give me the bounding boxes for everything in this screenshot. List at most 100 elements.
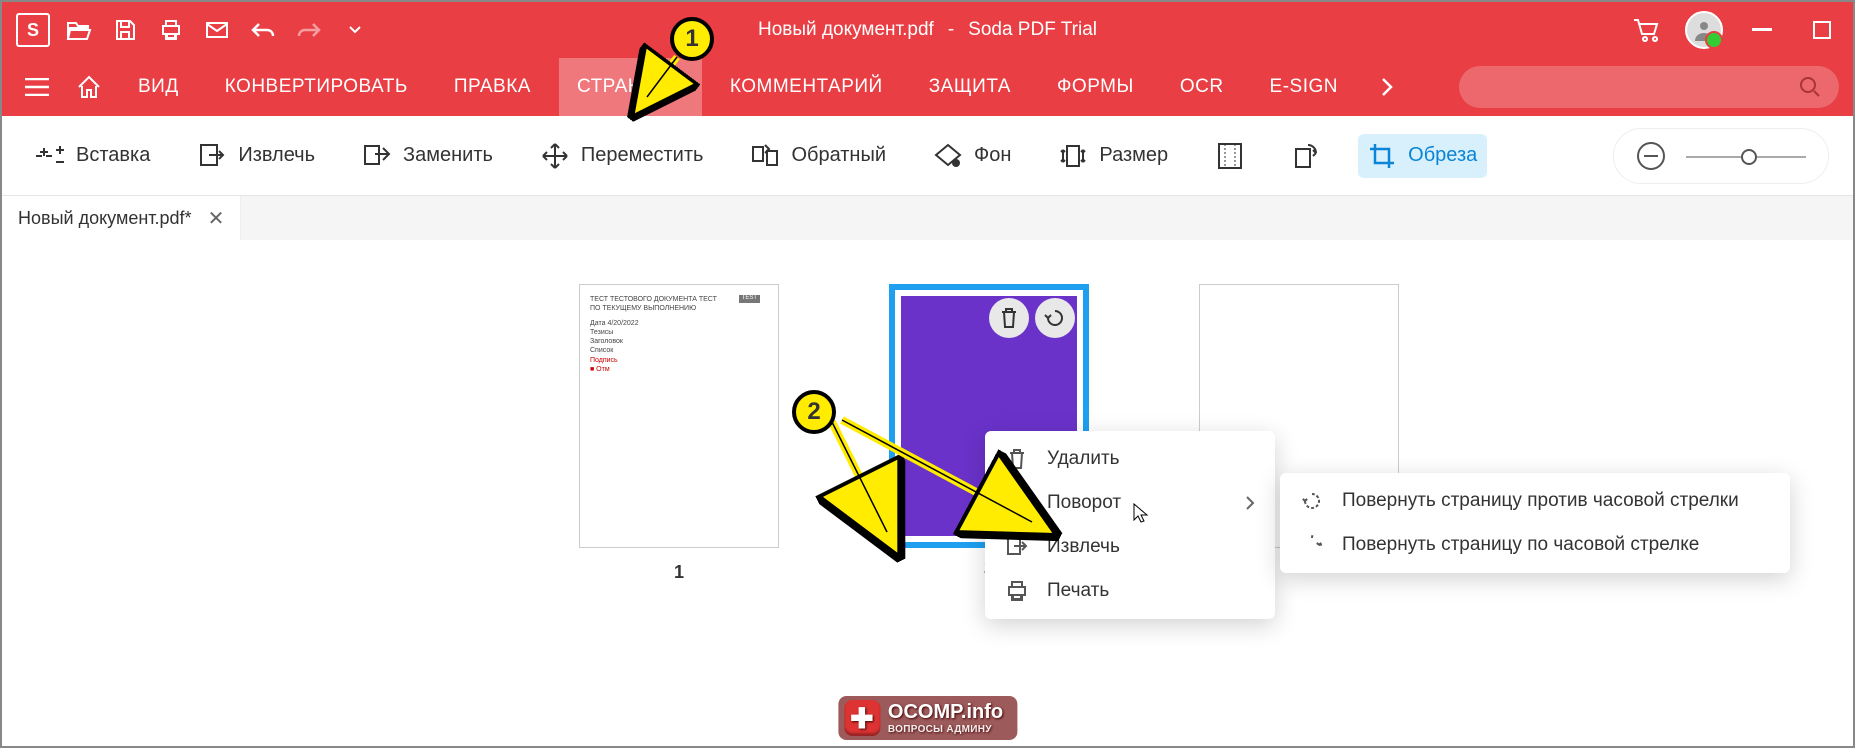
minimize-icon (1752, 28, 1772, 32)
rotate-page-icon (1292, 142, 1320, 170)
app-logo-button[interactable]: S (12, 9, 54, 51)
menu-comment[interactable]: КОММЕНТАРИЙ (712, 58, 901, 116)
menu-convert[interactable]: КОНВЕРТИРОВАТЬ (207, 58, 426, 116)
tool-move[interactable]: Переместить (531, 134, 714, 178)
submenu-arrow-icon (1245, 495, 1255, 511)
hamburger-icon (25, 78, 49, 96)
zoom-out-icon (1636, 141, 1666, 171)
user-icon (1693, 19, 1715, 41)
cursor-icon (1132, 502, 1150, 524)
maximize-icon (1813, 21, 1831, 39)
search-box[interactable] (1459, 66, 1839, 108)
mail-button[interactable] (196, 9, 238, 51)
watermark: ✚ OCOMP.info ВОПРОСЫ АДМИНУ (838, 696, 1017, 740)
ctx-rotate[interactable]: Поворот (985, 481, 1275, 525)
tool-crop-label: Обреза (1408, 144, 1477, 167)
thumb-delete-button[interactable] (989, 298, 1029, 338)
save-button[interactable] (104, 9, 146, 51)
menu-forms[interactable]: ФОРМЫ (1039, 58, 1152, 116)
folder-open-icon (66, 19, 92, 41)
reverse-icon (751, 142, 779, 170)
open-button[interactable] (58, 9, 100, 51)
tool-rotate-page[interactable] (1282, 134, 1330, 178)
more-dropdown[interactable] (334, 9, 376, 51)
menu-edit[interactable]: ПРАВКА (436, 58, 549, 116)
ctx-rotate-ccw[interactable]: Повернуть страницу против часовой стрелк… (1280, 479, 1790, 523)
zoom-out-button[interactable] (1636, 141, 1666, 171)
size-icon (1059, 142, 1087, 170)
page-number-1: 1 (674, 562, 684, 583)
page-1-content-preview: ТЕСТ ТЕСТОВОГО ДОКУМЕНТА ТЕСТ TEST ПО ТЕ… (590, 295, 760, 374)
ctx-delete-label: Удалить (1047, 448, 1120, 470)
annotation-badge-1-abs: 1 (670, 17, 714, 61)
menu-view[interactable]: ВИД (120, 58, 197, 116)
tool-size[interactable]: Размер (1049, 134, 1178, 178)
chevron-down-icon (348, 25, 362, 35)
app-name: Soda PDF Trial (968, 19, 1097, 41)
home-button[interactable] (68, 66, 110, 108)
tool-margins[interactable] (1206, 134, 1254, 178)
minimize-button[interactable] (1741, 9, 1783, 51)
ctx-print-label: Печать (1047, 580, 1109, 602)
mail-icon (205, 20, 229, 40)
move-icon (541, 142, 569, 170)
tool-reverse-label: Обратный (791, 144, 886, 167)
ctx-delete[interactable]: Удалить (985, 437, 1275, 481)
cart-icon (1632, 17, 1660, 43)
ctx-print[interactable]: Печать (985, 569, 1275, 613)
tool-background[interactable]: Фон (924, 134, 1021, 178)
cart-button[interactable] (1625, 9, 1667, 51)
tool-size-label: Размер (1099, 144, 1168, 167)
title-bar: S Новый документ.pdf - Soda PDF Trial (2, 2, 1853, 58)
extract-icon (1005, 535, 1029, 559)
ctx-extract[interactable]: Извлечь (985, 525, 1275, 569)
tool-replace[interactable]: Заменить (353, 134, 503, 178)
watermark-main: OCOMP.info (888, 701, 1003, 723)
print-icon (159, 18, 183, 42)
tool-extract[interactable]: Извлечь (188, 134, 325, 178)
page-thumb-actions (989, 298, 1075, 338)
search-icon (1799, 76, 1821, 98)
menu-protect[interactable]: ЗАЩИТА (911, 58, 1029, 116)
title-separator: - (948, 19, 954, 41)
redo-icon (297, 22, 321, 38)
tool-reverse[interactable]: Обратный (741, 134, 896, 178)
thumb-rotate-button[interactable] (1035, 298, 1075, 338)
tool-background-label: Фон (974, 144, 1011, 167)
tool-crop[interactable]: Обреза (1358, 134, 1487, 178)
document-tab[interactable]: Новый документ.pdf* ✕ (2, 196, 241, 240)
ctx-rotate-cw-label: Повернуть страницу по часовой стрелке (1342, 534, 1699, 556)
account-avatar[interactable] (1685, 11, 1723, 49)
maximize-button[interactable] (1801, 9, 1843, 51)
tool-move-label: Переместить (581, 144, 704, 167)
undo-button[interactable] (242, 9, 284, 51)
print-button[interactable] (150, 9, 192, 51)
insert-icon (36, 142, 64, 170)
menu-bar: ВИД КОНВЕРТИРОВАТЬ ПРАВКА СТРАНИЦА КОММЕ… (2, 58, 1853, 116)
trash-icon (999, 307, 1019, 329)
menu-ocr[interactable]: OCR (1162, 58, 1242, 116)
hamburger-button[interactable] (16, 66, 58, 108)
ctx-rotate-ccw-label: Повернуть страницу против часовой стрелк… (1342, 490, 1739, 512)
trash-icon (1005, 447, 1029, 471)
page-thumb-1[interactable]: ТЕСТ ТЕСТОВОГО ДОКУМЕНТА ТЕСТ TEST ПО ТЕ… (579, 284, 779, 548)
ctx-rotate-cw[interactable]: Повернуть страницу по часовой стрелке (1280, 523, 1790, 567)
document-tab-label: Новый документ.pdf* (18, 208, 192, 229)
watermark-logo: ✚ (844, 700, 880, 736)
menu-page[interactable]: СТРАНИЦА (559, 58, 702, 116)
tool-insert[interactable]: Вставка (26, 134, 160, 178)
print-icon (1005, 579, 1029, 603)
tool-extract-label: Извлечь (238, 144, 315, 167)
extract-icon (198, 142, 226, 170)
ctx-extract-label: Извлечь (1047, 536, 1120, 558)
close-tab-button[interactable]: ✕ (208, 206, 225, 231)
tool-replace-label: Заменить (403, 144, 493, 167)
tool-insert-label: Вставка (76, 144, 150, 167)
redo-button[interactable] (288, 9, 330, 51)
app-logo: S (16, 13, 50, 47)
menu-more[interactable] (1366, 66, 1408, 108)
tab-strip: Новый документ.pdf* ✕ (2, 196, 1853, 240)
menu-esign[interactable]: E-SIGN (1252, 58, 1356, 116)
rotate-icon (1005, 491, 1029, 515)
undo-icon (251, 22, 275, 38)
